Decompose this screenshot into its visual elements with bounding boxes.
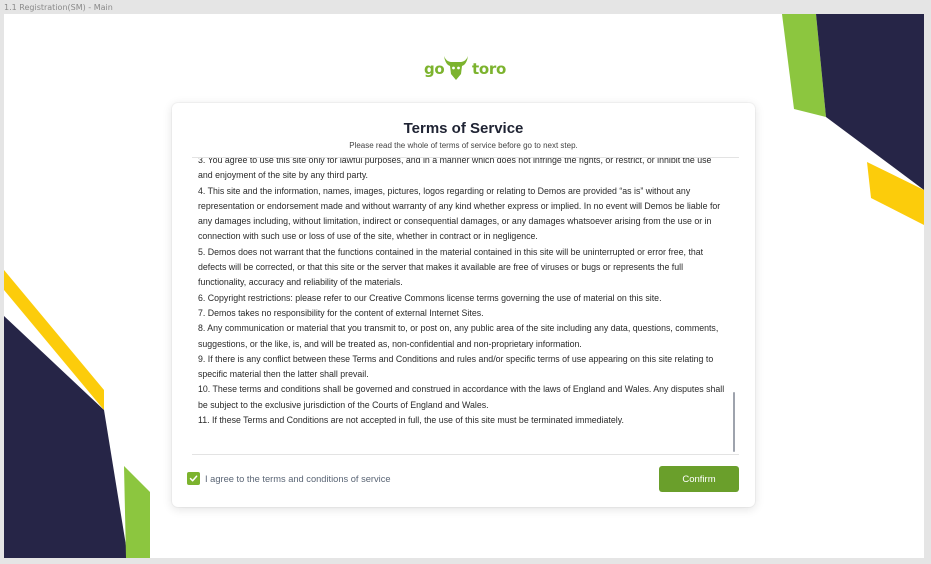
term-paragraph: 10. These terms and conditions shall be … [198, 384, 725, 410]
dialog-title: Terms of Service [403, 120, 524, 137]
terms-dialog: Terms of Service Please read the whole o… [172, 103, 755, 507]
agree-label[interactable]: I agree to the terms and conditions of s… [205, 474, 391, 484]
bull-head-icon [444, 56, 468, 80]
frame-title: 1.1 Registration(SM) - Main [4, 3, 113, 12]
term-paragraph: 5. Demos does not warrant that the funct… [198, 246, 704, 288]
term-paragraph: 7. Demos takes no responsibility for the… [198, 307, 484, 318]
term-paragraph: 11. If these Terms and Conditions are no… [198, 415, 624, 426]
agree-checkbox[interactable] [187, 472, 200, 485]
scrollbar-thumb[interactable] [733, 392, 735, 452]
terms-scrollbar[interactable] [733, 162, 736, 452]
check-icon [189, 475, 198, 482]
logo-text-toro: toro [472, 60, 506, 78]
term-paragraph: 8. Any communication or material that yo… [198, 323, 719, 349]
term-paragraph: 9. If there is any conflict between thes… [198, 353, 714, 380]
gotoro-logo: go toro [424, 50, 508, 86]
terms-scroll-area[interactable]: 3. You agree to use this site only for l… [192, 157, 739, 455]
dialog-subtitle: Please read the whole of terms of servic… [349, 141, 578, 150]
terms-text: 3. You agree to use this site only for l… [198, 157, 728, 428]
term-paragraph: 3. You agree to use this site only for l… [198, 157, 712, 181]
agree-checkbox-row[interactable]: I agree to the terms and conditions of s… [187, 472, 391, 485]
term-paragraph: 6. Copyright restrictions: please refer … [198, 292, 662, 303]
page-canvas: go toro Terms of Service Please read the… [4, 14, 924, 558]
confirm-button[interactable]: Confirm [659, 466, 739, 492]
term-paragraph: 4. This site and the information, names,… [198, 185, 721, 242]
